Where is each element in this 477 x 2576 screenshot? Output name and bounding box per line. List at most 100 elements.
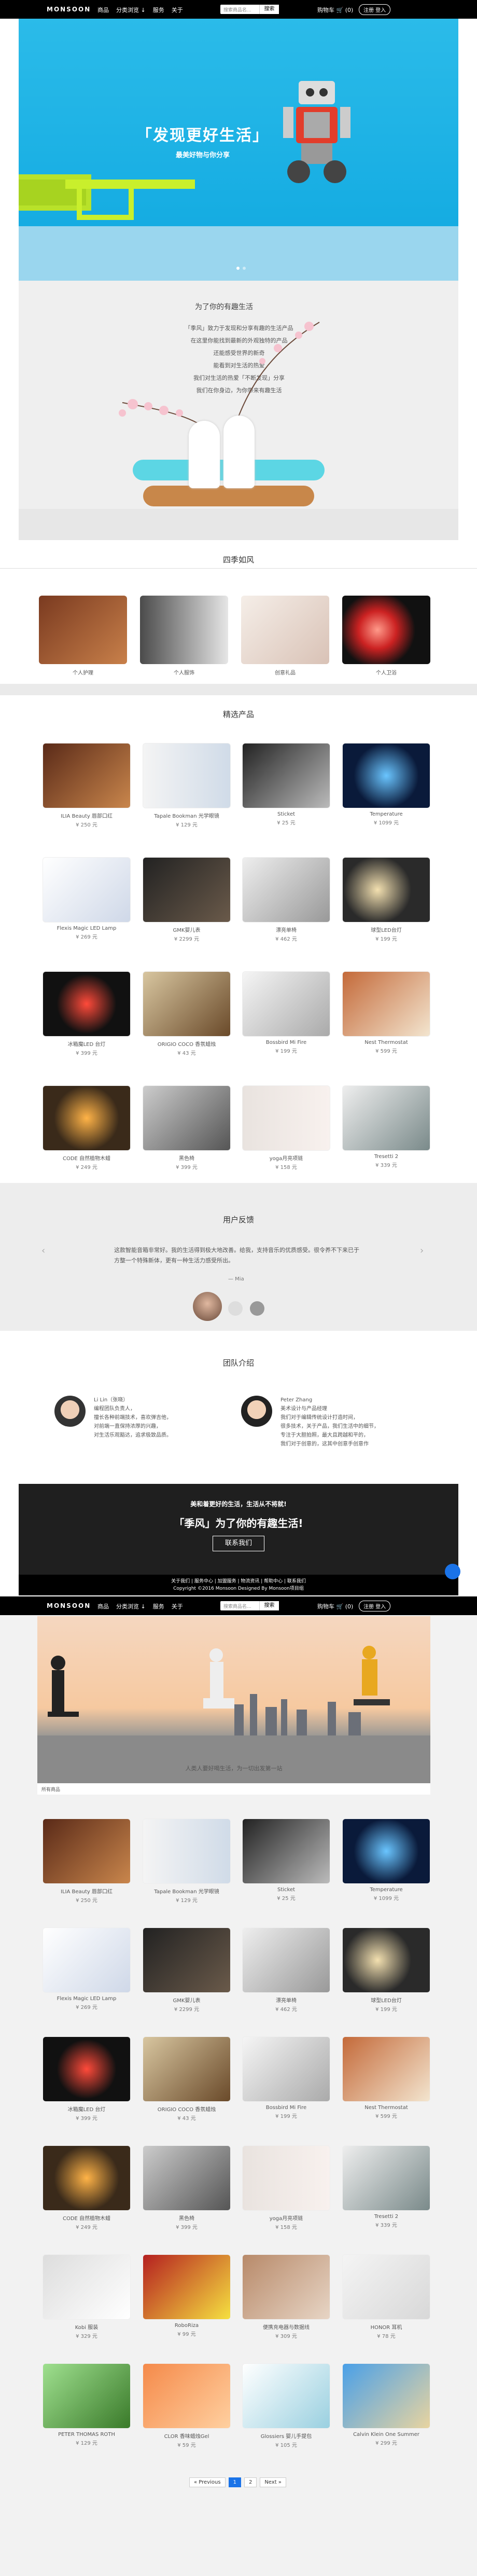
product-name[interactable]: PETER THOMAS ROTH [43,2432,131,2437]
product-card[interactable]: 黑色椅 ¥ 399 元 [143,1085,231,1170]
cart-link[interactable]: 购物车 🛒 (0) [317,1602,353,1610]
product-name[interactable]: Sticket [242,811,330,817]
product-name[interactable]: Bossbird Mi Fire [242,2105,330,2111]
product-image[interactable] [342,2145,430,2211]
product-image[interactable] [143,971,231,1037]
product-name[interactable]: RoboRiza [143,2323,231,2329]
product-name[interactable]: Tresetti 2 [342,2214,430,2220]
product-image[interactable] [143,2145,231,2211]
product-image[interactable] [43,2363,131,2429]
product-name[interactable]: 冰箱魔LED 台灯 [43,1040,131,1048]
product-name[interactable]: CLOR 香味蜡烛Gel [143,2432,231,2440]
product-card[interactable]: 便携充电器与数据线 ¥ 309 元 [242,2254,330,2339]
product-card[interactable]: CLOR 香味蜡烛Gel ¥ 59 元 [143,2363,231,2448]
product-image[interactable] [43,2145,131,2211]
login-button[interactable]: 注册 登入 [359,1601,391,1611]
product-card[interactable]: yoga月亮项链 ¥ 158 元 [242,1085,330,1170]
product-card[interactable]: HONOR 耳机 ¥ 78 元 [342,2254,430,2339]
product-image[interactable] [143,857,231,922]
next-arrow-icon[interactable]: › [420,1245,424,1256]
product-name[interactable]: Flexis Magic LED Lamp [43,926,131,931]
prev-arrow-icon[interactable]: ‹ [41,1245,45,1256]
product-image[interactable] [43,1819,131,1884]
product-name[interactable]: HONOR 耳机 [342,2323,430,2331]
product-card[interactable]: Flexis Magic LED Lamp ¥ 269 元 [43,1927,131,2010]
carousel-dot[interactable] [243,267,246,270]
product-image[interactable] [143,743,231,808]
product-image[interactable] [242,857,330,922]
product-name[interactable]: 漂亮单椅 [242,1996,330,2004]
nav-link-about[interactable]: 关于 [172,6,183,14]
reviewer-avatar[interactable] [228,1301,243,1316]
product-card[interactable]: 球型LED台灯 ¥ 199 元 [342,857,430,942]
product-card[interactable]: Bossbird Mi Fire ¥ 199 元 [242,2036,330,2119]
carousel-dot[interactable] [236,267,240,270]
product-name[interactable]: GMK婴儿表 [143,926,231,933]
product-name[interactable]: Bossbird Mi Fire [242,1040,330,1045]
product-card[interactable]: Flexis Magic LED Lamp ¥ 269 元 [43,857,131,940]
product-card[interactable]: Bossbird Mi Fire ¥ 199 元 [242,971,330,1054]
product-image[interactable] [242,2254,330,2320]
season-card[interactable]: 个人护理 [39,596,127,676]
product-image[interactable] [342,1085,430,1151]
product-name[interactable]: Tapale Bookman 光学眼镜 [143,811,231,819]
product-name[interactable]: Temperature [342,1887,430,1893]
product-name[interactable]: ILIA Beauty 唇部口红 [43,1887,131,1895]
logo[interactable]: MONSOON [47,1602,91,1609]
cart-link[interactable]: 购物车 🛒 (0) [317,6,353,14]
season-card[interactable]: 个人卫浴 [342,596,430,676]
product-image[interactable] [342,1819,430,1884]
product-card[interactable]: GMK婴儿表 ¥ 2299 元 [143,857,231,942]
product-card[interactable]: Tresetti 2 ¥ 339 元 [342,2145,430,2228]
product-image[interactable] [143,1927,231,1993]
product-card[interactable]: 漂亮单椅 ¥ 462 元 [242,1927,330,2013]
product-card[interactable]: ORIGIO COCO 香氛蜡烛 ¥ 43 元 [143,2036,231,2122]
product-image[interactable] [342,2363,430,2429]
logo[interactable]: MONSOON [47,6,91,13]
product-name[interactable]: yoga月亮项链 [242,2214,330,2222]
product-card[interactable]: ILIA Beauty 唇部口红 ¥ 250 元 [43,1819,131,1904]
chat-icon[interactable] [445,1564,460,1579]
next-page-button[interactable]: Next » [260,2477,286,2487]
nav-link-products[interactable]: 商品 [97,6,109,14]
product-card[interactable]: ILIA Beauty 唇部口红 ¥ 250 元 [43,743,131,828]
product-image[interactable] [342,2036,430,2102]
product-card[interactable]: Sticket ¥ 25 元 [242,743,330,826]
product-name[interactable]: ORIGIO COCO 香氛蜡烛 [143,1040,231,1048]
product-card[interactable]: 冰箱魔LED 台灯 ¥ 399 元 [43,971,131,1056]
product-card[interactable]: Nest Thermostat ¥ 599 元 [342,971,430,1054]
product-image[interactable] [43,857,131,922]
reviewer-avatar[interactable] [250,1301,264,1316]
product-name[interactable]: Nest Thermostat [342,1040,430,1045]
product-image[interactable] [342,1927,430,1993]
footer-links[interactable]: 关于我们 | 服务中心 | 加盟服务 | 物流资讯 | 帮助中心 | 联系我们 [19,1578,458,1585]
nav-link-service[interactable]: 服务 [153,6,164,14]
product-name[interactable]: Calvin Klein One Summer [342,2432,430,2437]
product-name[interactable]: 球型LED台灯 [342,1996,430,2004]
search-button[interactable]: 搜索 [259,1601,279,1610]
product-card[interactable]: Nest Thermostat ¥ 599 元 [342,2036,430,2119]
product-card[interactable]: RoboRiza ¥ 99 元 [143,2254,231,2337]
search-button[interactable]: 搜索 [259,5,279,14]
contact-button[interactable]: 联系我们 [213,1536,264,1551]
product-card[interactable]: Sticket ¥ 25 元 [242,1819,330,1902]
product-card[interactable]: 球型LED台灯 ¥ 199 元 [342,1927,430,2013]
product-card[interactable]: CODE 自然植物木蜡 ¥ 249 元 [43,2145,131,2230]
product-image[interactable] [143,1819,231,1884]
product-image[interactable] [143,2254,231,2320]
product-name[interactable]: 黑色椅 [143,2214,231,2222]
product-image[interactable] [43,971,131,1037]
product-image[interactable] [242,1819,330,1884]
page-button[interactable]: 1 [228,2477,241,2487]
product-name[interactable]: 漂亮单椅 [242,926,330,933]
product-card[interactable]: 冰箱魔LED 台灯 ¥ 399 元 [43,2036,131,2122]
product-name[interactable]: Tapale Bookman 光学眼镜 [143,1887,231,1895]
product-image[interactable] [342,857,430,922]
product-image[interactable] [43,1927,131,1993]
product-image[interactable] [242,1085,330,1151]
product-image[interactable] [342,743,430,808]
nav-link-about[interactable]: 关于 [172,1602,183,1610]
nav-link-categories[interactable]: 分类浏览 ↓ [116,1602,146,1610]
product-name[interactable]: CODE 自然植物木蜡 [43,1154,131,1162]
nav-link-service[interactable]: 服务 [153,1602,164,1610]
